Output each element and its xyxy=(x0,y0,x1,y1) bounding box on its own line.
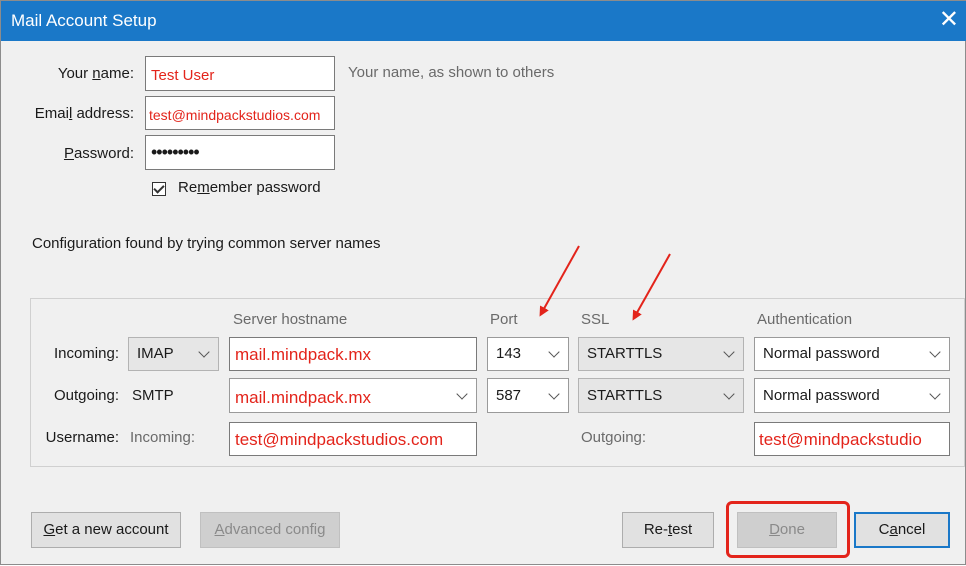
name-field[interactable]: Test User xyxy=(145,56,335,91)
checkmark-icon xyxy=(153,182,165,194)
chevron-down-icon xyxy=(723,387,735,400)
outgoing-hostname-select[interactable]: mail.mindpack.mx xyxy=(229,378,477,413)
password-label: Password: xyxy=(63,145,134,162)
incoming-label: Incoming: xyxy=(53,345,119,362)
email-label: Email address: xyxy=(34,105,134,122)
chevron-down-icon xyxy=(723,346,735,358)
incoming-protocol-value: IMAP xyxy=(137,345,174,362)
name-label: Your name: xyxy=(57,65,134,82)
incoming-ssl-value: STARTTLS xyxy=(587,345,663,362)
outgoing-port-select[interactable]: 587 xyxy=(487,378,569,413)
outgoing-protocol: SMTP xyxy=(132,387,174,404)
done-highlight-box xyxy=(726,501,850,558)
incoming-auth-select[interactable]: Normal password xyxy=(754,337,950,371)
chevron-down-icon xyxy=(548,346,560,358)
close-icon[interactable]: ✕ xyxy=(939,6,959,34)
username-label: Username: xyxy=(45,429,119,446)
col-header-port: Port xyxy=(490,311,518,328)
outgoing-hostname-value: mail.mindpack.mx xyxy=(235,388,372,407)
mail-account-setup-window: Mail Account Setup ✕ Your name: Test Use… xyxy=(0,0,966,565)
chevron-down-icon xyxy=(929,387,941,400)
get-new-account-button[interactable]: Get a new account xyxy=(31,512,181,548)
chevron-down-icon xyxy=(456,387,468,400)
col-header-auth: Authentication xyxy=(757,311,853,328)
outgoing-label: Outgoing: xyxy=(53,387,119,404)
outgoing-ssl-select[interactable]: STARTTLS xyxy=(578,378,744,413)
password-field[interactable]: ••••••••• xyxy=(145,135,335,170)
remember-password-checkbox[interactable] xyxy=(152,182,166,196)
incoming-ssl-select[interactable]: STARTTLS xyxy=(578,337,744,371)
col-header-ssl: SSL xyxy=(581,311,610,328)
incoming-hostname-field[interactable]: mail.mindpack.mx xyxy=(229,337,477,371)
outgoing-auth-select[interactable]: Normal password xyxy=(754,378,950,413)
col-header-hostname: Server hostname xyxy=(233,311,348,328)
incoming-auth-value: Normal password xyxy=(763,345,880,362)
outgoing-port-value: 587 xyxy=(496,387,522,404)
remember-password-label[interactable]: Remember password xyxy=(178,179,321,196)
username-incoming-field[interactable]: test@mindpackstudios.com xyxy=(229,422,477,456)
username-outgoing-field[interactable]: test@mindpackstudio xyxy=(754,422,950,456)
window-title: Mail Account Setup xyxy=(11,11,157,30)
username-outgoing-label: Outgoing: xyxy=(581,429,647,446)
config-message: Configuration found by trying common ser… xyxy=(32,235,381,252)
cancel-button[interactable]: Cancel xyxy=(854,512,950,548)
email-field[interactable]: test@mindpackstudios.com xyxy=(145,96,335,130)
incoming-port-value: 143 xyxy=(496,345,522,362)
name-hint: Your name, as shown to others xyxy=(348,64,555,81)
outgoing-ssl-value: STARTTLS xyxy=(587,387,663,404)
chevron-down-icon xyxy=(548,387,560,400)
advanced-config-button[interactable]: Advanced config xyxy=(200,512,340,548)
retest-button[interactable]: Re-test xyxy=(622,512,714,548)
outgoing-auth-value: Normal password xyxy=(763,387,880,404)
username-incoming-label: Incoming: xyxy=(130,429,196,446)
chevron-down-icon xyxy=(929,346,941,358)
incoming-protocol-select[interactable]: IMAP xyxy=(128,337,219,371)
chevron-down-icon xyxy=(198,346,210,358)
title-bar: Mail Account Setup ✕ xyxy=(1,1,966,41)
incoming-port-select[interactable]: 143 xyxy=(487,337,569,371)
